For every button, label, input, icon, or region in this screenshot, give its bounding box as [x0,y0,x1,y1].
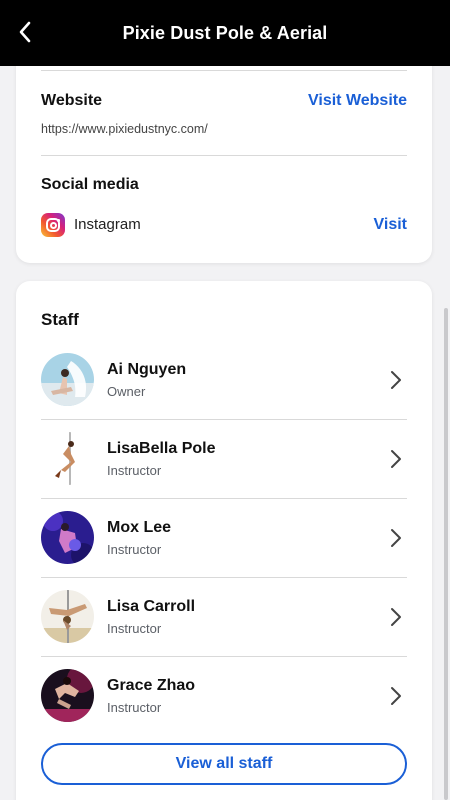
staff-card: Staff Ai Nguyen Owner LisaBella Pole Ins… [16,281,432,800]
staff-row-mox-lee[interactable]: Mox Lee Instructor [16,499,432,578]
staff-role: Instructor [107,542,162,557]
staff-role: Instructor [107,700,162,715]
page-title: Pixie Dust Pole & Aerial [122,22,328,43]
chevron-right-icon [391,371,401,389]
contact-card: Website Visit Website https://www.pixied… [16,40,432,263]
social-media-label: Social media [41,176,139,193]
scrollbar[interactable] [444,308,448,800]
staff-role: Instructor [107,463,162,478]
visit-website-link[interactable]: Visit Website [308,92,407,110]
chevron-right-icon [391,450,401,468]
avatar [41,432,94,485]
staff-heading: Staff [41,310,79,329]
staff-name: Lisa Carroll [107,598,196,615]
chevron-left-icon [19,21,31,43]
view-all-staff-button[interactable]: View all staff [41,743,407,785]
chevron-right-icon [391,687,401,705]
staff-name: Grace Zhao [107,677,196,694]
staff-row-ai-nguyen[interactable]: Ai Nguyen Owner [16,341,432,420]
staff-row-grace-zhao[interactable]: Grace Zhao Instructor [16,657,432,736]
staff-row-lisabella-pole[interactable]: LisaBella Pole Instructor [16,420,432,499]
staff-role: Instructor [107,621,162,636]
avatar [41,353,94,406]
avatar [41,590,94,643]
website-url: https://www.pixiedustnyc.com/ [41,122,208,136]
avatar [41,511,94,564]
website-label: Website [41,92,103,109]
staff-role: Owner [107,384,146,399]
staff-name: Mox Lee [107,519,172,536]
instagram-label: Instagram [74,216,141,233]
avatar [41,669,94,722]
divider [41,155,407,156]
instagram-visit-link[interactable]: Visit [374,216,408,234]
back-button[interactable] [10,17,40,47]
chevron-right-icon [391,529,401,547]
staff-name: Ai Nguyen [107,361,187,378]
divider [41,70,407,71]
chevron-right-icon [391,608,401,626]
instagram-icon [41,213,65,237]
top-bar: Pixie Dust Pole & Aerial [0,0,450,66]
staff-row-lisa-carroll[interactable]: Lisa Carroll Instructor [16,578,432,657]
staff-name: LisaBella Pole [107,440,216,457]
